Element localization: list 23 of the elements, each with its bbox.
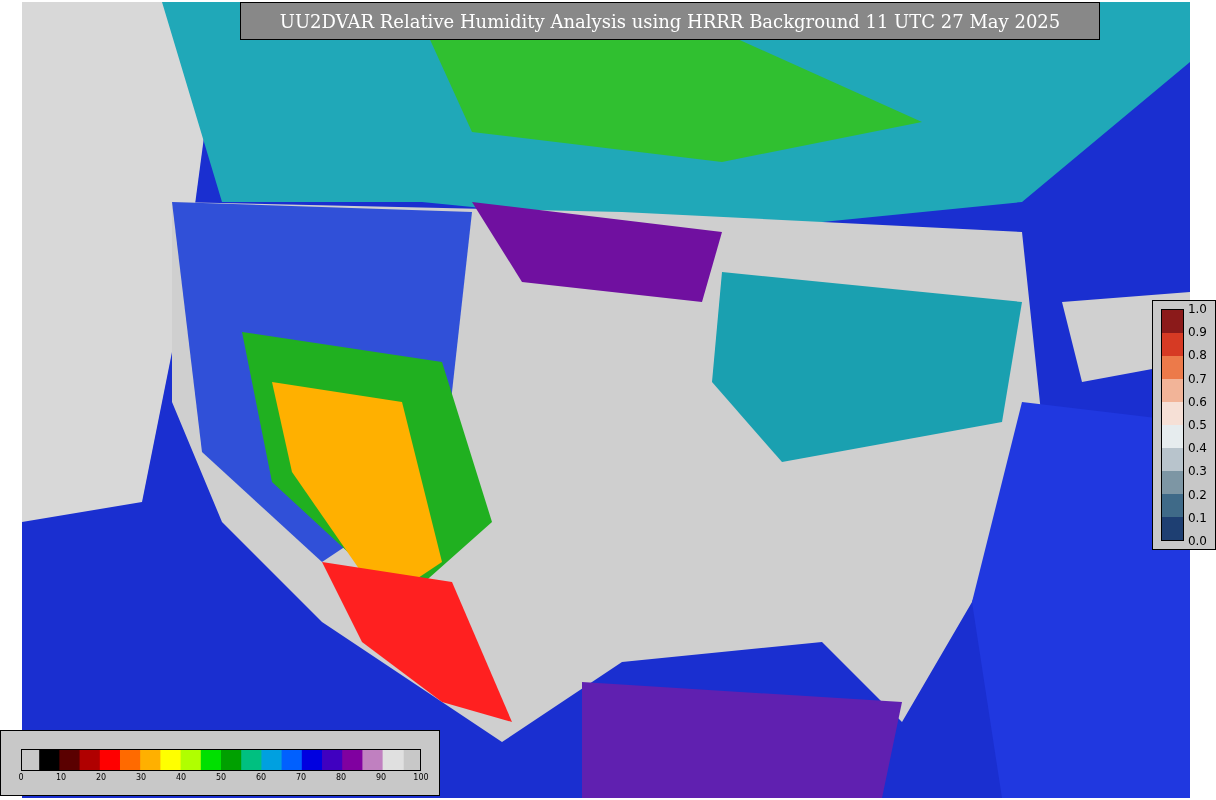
- legend-label: 0.7: [1187, 371, 1207, 386]
- legend-label: 0.6: [1187, 394, 1207, 409]
- colorbar-tick-label: 70: [295, 773, 307, 783]
- legend-label: 0.0: [1187, 533, 1207, 548]
- legend-label: 0.5: [1187, 417, 1207, 432]
- colorbar-tick-label: 0: [18, 773, 24, 783]
- legend-label: 0.3: [1187, 464, 1207, 479]
- colorbar-tick-label: 60: [255, 773, 267, 783]
- legend-label: 0.2: [1187, 487, 1207, 502]
- colorbar-tick-label: 10: [55, 773, 67, 783]
- legend-label: 0.8: [1187, 348, 1207, 363]
- legend-label: 0.9: [1187, 325, 1207, 340]
- colorbar-tick-label: 90: [375, 773, 387, 783]
- legend-label: 1.0: [1187, 302, 1207, 316]
- colorbar-tick-label: 20: [95, 773, 107, 783]
- legend-label: 0.1: [1187, 510, 1207, 525]
- legend-label: 0.4: [1187, 441, 1207, 456]
- colorbar-tick-label: 100: [413, 773, 429, 783]
- colorbar-tick-label: 30: [135, 773, 147, 783]
- colorbar-tick-label: 40: [175, 773, 187, 783]
- map-title: UU2DVAR Relative Humidity Analysis using HRRR Background 11 UTC 27 May 2025: [240, 2, 1100, 40]
- colorbar-tick-label: 50: [215, 773, 227, 783]
- colorbar-tick-label: 80: [335, 773, 347, 783]
